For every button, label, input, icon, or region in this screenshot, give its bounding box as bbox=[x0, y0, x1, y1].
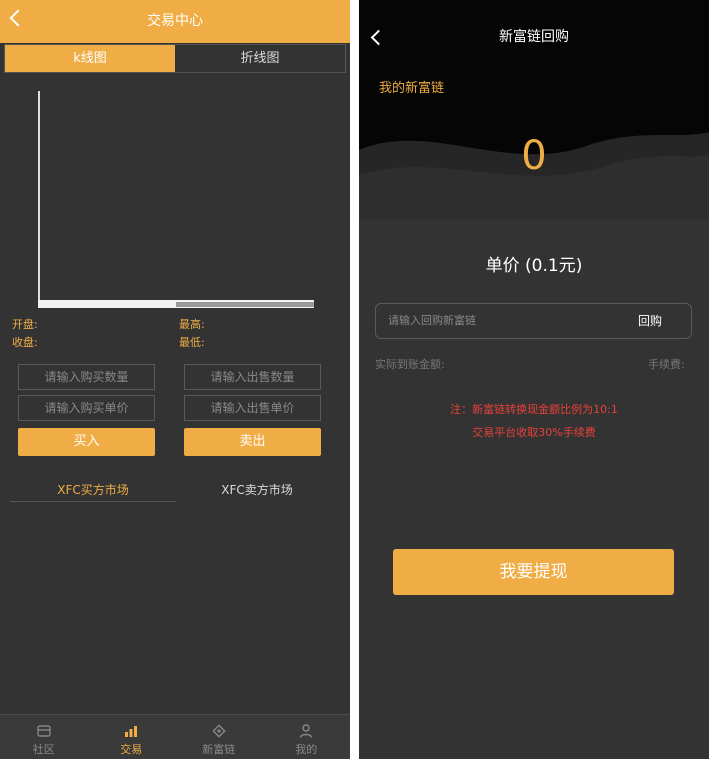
buyback-button[interactable]: 回购 bbox=[638, 304, 662, 338]
market-tab-underline bbox=[10, 501, 176, 502]
buy-button[interactable]: 买入 bbox=[18, 428, 155, 456]
buyback-input[interactable]: 请输入回购新富链 回购 bbox=[375, 303, 692, 339]
sell-quantity-input[interactable]: 请输入出售数量 bbox=[184, 364, 321, 390]
nav-label: 社区 bbox=[32, 743, 55, 756]
tab-line[interactable]: 折线图 bbox=[175, 45, 345, 72]
header-bar: 交易中心 bbox=[0, 0, 350, 43]
balance-label: 我的新富链 bbox=[379, 81, 445, 96]
unit-price: 单价 (0.1元) bbox=[485, 256, 583, 276]
stat-low: 最低: bbox=[179, 336, 205, 349]
nav-label: 交易 bbox=[120, 743, 143, 756]
chart-y-axis bbox=[38, 91, 40, 301]
conversion-note: 注：新富链转换现金额比例为10:1 bbox=[450, 403, 618, 416]
buyback-input-placeholder: 请输入回购新富链 bbox=[388, 314, 476, 327]
user-icon bbox=[300, 724, 313, 738]
chart-scrollbar[interactable] bbox=[176, 302, 314, 307]
stat-close: 收盘: bbox=[12, 336, 38, 349]
nav-label: 新富链 bbox=[202, 743, 236, 756]
page-title: 新富链回购 bbox=[499, 29, 569, 45]
trade-center-screen: 交易中心 k线图 折线图 开盘: 收盘: 最高: 最低: 请输入购买数量 请输入… bbox=[0, 0, 350, 759]
buy-quantity-input[interactable]: 请输入购买数量 bbox=[18, 364, 155, 390]
chart-bar-icon bbox=[125, 726, 138, 737]
buyback-screen: 新富链回购 我的新富链 0 单价 (0.1元) 请输入回购新富链 回购 实际到账… bbox=[359, 0, 709, 759]
balance-value: 0 bbox=[521, 133, 547, 179]
fee-note: 交易平台收取30%手续费 bbox=[472, 426, 596, 439]
sell-price-input[interactable]: 请输入出售单价 bbox=[184, 395, 321, 421]
page-title: 交易中心 bbox=[147, 13, 203, 29]
sell-button[interactable]: 卖出 bbox=[184, 428, 321, 456]
nav-item-community[interactable]: 社区 bbox=[0, 715, 88, 759]
fee-label: 手续费: bbox=[648, 358, 685, 371]
actual-amount-label: 实际到账金额: bbox=[375, 358, 445, 371]
community-icon bbox=[37, 725, 51, 737]
bottom-nav: 社区 交易 新富链 我的 bbox=[0, 714, 350, 759]
tab-kline[interactable]: k线图 bbox=[5, 45, 175, 72]
withdraw-button[interactable]: 我要提现 bbox=[393, 549, 674, 595]
chain-icon bbox=[212, 724, 226, 738]
tab-buy-market[interactable]: XFC买方市场 bbox=[10, 481, 176, 498]
stat-high: 最高: bbox=[179, 318, 205, 331]
tab-sell-market[interactable]: XFC卖方市场 bbox=[174, 481, 340, 498]
nav-label: 我的 bbox=[295, 743, 318, 756]
nav-item-trade[interactable]: 交易 bbox=[88, 715, 176, 759]
chart-tabs: k线图 折线图 bbox=[4, 44, 346, 73]
balance-banner: 新富链回购 我的新富链 0 bbox=[359, 0, 709, 220]
nav-item-xinfulian[interactable]: 新富链 bbox=[175, 715, 263, 759]
nav-item-mine[interactable]: 我的 bbox=[263, 715, 351, 759]
buy-price-input[interactable]: 请输入购买单价 bbox=[18, 395, 155, 421]
stat-open: 开盘: bbox=[12, 318, 38, 331]
